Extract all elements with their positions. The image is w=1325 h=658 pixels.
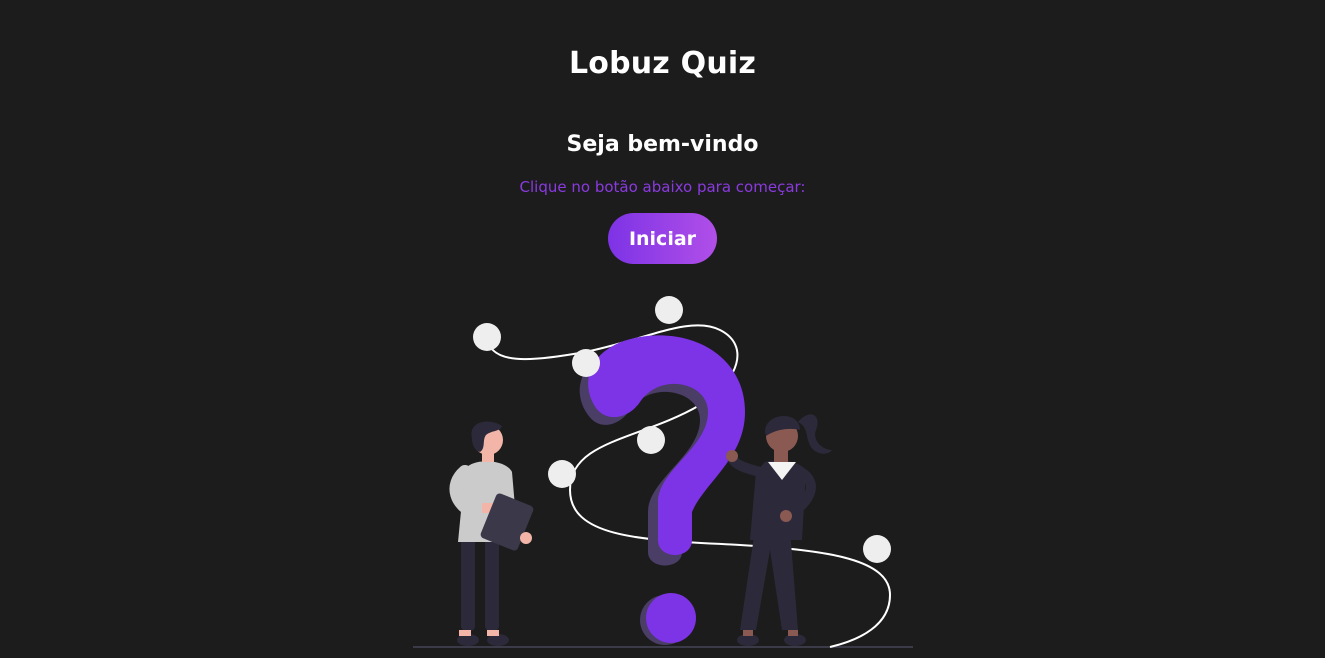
start-screen: Lobuz Quiz Seja bem-vindo Clique no botã… <box>0 0 1325 658</box>
bead <box>572 349 600 377</box>
instruction-text: Clique no botão abaixo para começar: <box>519 178 806 196</box>
question-dot <box>646 593 696 643</box>
bead <box>473 323 501 351</box>
woman-figure <box>726 414 832 646</box>
bead <box>637 426 665 454</box>
question-mark-illustration <box>413 296 913 648</box>
bead <box>655 296 683 324</box>
man-figure <box>449 421 534 646</box>
start-button[interactable]: Iniciar <box>608 213 717 264</box>
question-mark <box>588 335 745 555</box>
bead <box>548 460 576 488</box>
app-title: Lobuz Quiz <box>568 46 757 81</box>
welcome-heading: Seja bem-vindo <box>566 132 759 157</box>
bead <box>863 535 891 563</box>
